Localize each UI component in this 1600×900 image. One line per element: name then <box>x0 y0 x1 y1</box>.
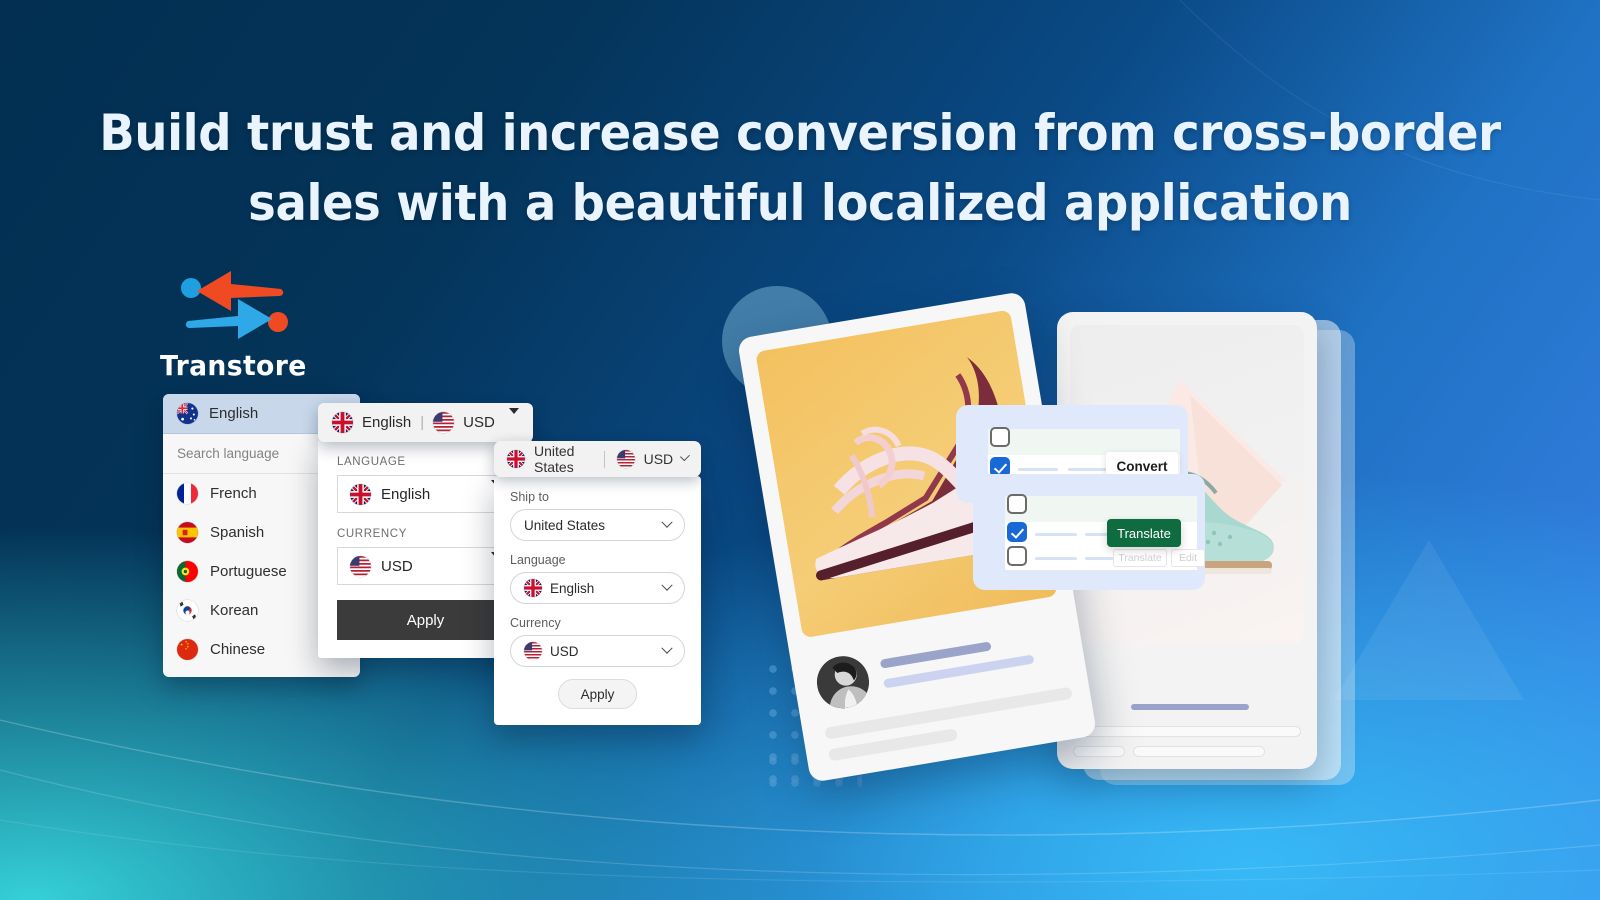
selector-language-dropdown[interactable]: English <box>337 475 514 513</box>
selector-currency-dropdown[interactable]: USD <box>337 547 514 585</box>
selector-header-currency: USD <box>463 414 495 431</box>
skeleton-line <box>1035 533 1077 536</box>
language-option-label: French <box>210 485 257 502</box>
placeholder-line <box>1133 746 1265 757</box>
skeleton-line <box>1035 557 1077 560</box>
shipping-selector-panel[interactable]: United States USD Ship to United States … <box>494 441 701 725</box>
shipping-panel-header[interactable]: United States USD <box>494 441 701 477</box>
translate-popup: Translate Edit Translate <box>973 474 1205 590</box>
header-divider <box>603 450 605 468</box>
translate-checkbox-unchecked[interactable] <box>1007 494 1027 514</box>
translate-checkbox-checked[interactable] <box>1007 522 1027 542</box>
translate-button[interactable]: Translate <box>1107 519 1181 547</box>
placeholder-line <box>1073 726 1301 737</box>
flag-australia-icon <box>177 403 198 424</box>
selector-header-separator: | <box>420 414 425 431</box>
skeleton-line <box>1018 468 1058 471</box>
shipping-language-dropdown[interactable]: English <box>510 572 685 604</box>
shipping-apply-button[interactable]: Apply <box>557 679 638 709</box>
ship-to-value: United States <box>524 517 606 533</box>
shipping-currency-label: Currency <box>510 616 561 630</box>
flag-portugal-icon <box>177 561 198 582</box>
selector-language-label: LANGUAGE <box>337 456 406 468</box>
logo-wordmark: Transtore <box>160 349 307 382</box>
flag-united-kingdom-icon <box>350 483 371 505</box>
shipping-language-label: Language <box>510 553 566 567</box>
language-option-label: Chinese <box>210 641 266 658</box>
convert-checkbox-unchecked[interactable] <box>990 427 1010 447</box>
placeholder-line <box>1073 746 1125 757</box>
product-cards-illustration: Convert Translate Edit Translate <box>700 250 1400 810</box>
chevron-down-icon <box>661 642 673 654</box>
language-option-label: Korean <box>210 602 259 619</box>
shipping-header-country: United States <box>534 443 575 475</box>
search-language-placeholder: Search language <box>177 446 280 461</box>
flag-united-states-icon <box>350 555 371 577</box>
language-option-label: Spanish <box>210 524 265 541</box>
placeholder-line <box>1131 704 1249 710</box>
shipping-language-value: English <box>550 580 595 596</box>
flag-spain-icon <box>177 522 198 543</box>
brand-logo: Transtore <box>160 265 360 385</box>
shipping-panel-body: Ship to United States Language English C… <box>494 476 701 725</box>
flag-china-icon <box>177 639 198 660</box>
language-option-label: Portuguese <box>210 563 287 580</box>
chevron-down-icon[interactable] <box>509 408 519 431</box>
ship-to-label: Ship to <box>510 490 549 504</box>
flag-united-states-icon <box>433 412 455 433</box>
flag-united-kingdom-icon <box>507 450 525 468</box>
selector-panel-header[interactable]: English | USD <box>318 403 533 442</box>
flag-south-korea-icon <box>177 600 198 621</box>
avatar <box>813 652 873 713</box>
ship-to-dropdown[interactable]: United States <box>510 509 685 541</box>
selector-currency-label: CURRENCY <box>337 528 407 540</box>
edit-button-disabled[interactable]: Edit <box>1171 549 1205 567</box>
shipping-currency-value: USD <box>550 643 579 659</box>
headline-line-1: Build trust and increase conversion from… <box>99 104 1501 162</box>
chevron-down-icon <box>661 516 673 528</box>
flag-united-kingdom-icon <box>524 579 542 597</box>
flag-united-states-icon <box>616 450 635 468</box>
flag-united-kingdom-icon <box>332 412 353 433</box>
translate-checkbox-unchecked-2[interactable] <box>1007 546 1027 566</box>
language-current-label: English <box>209 405 259 422</box>
headline-line-2: sales with a beautiful localized applica… <box>248 174 1352 232</box>
selector-language-value: English <box>381 485 431 503</box>
selector-currency-value: USD <box>381 557 413 575</box>
page-headline: Build trust and increase conversion from… <box>56 98 1544 238</box>
flag-france-icon <box>177 483 198 504</box>
chevron-down-icon <box>661 579 673 591</box>
skeleton-line <box>1068 468 1108 471</box>
chevron-down-icon[interactable] <box>680 451 690 462</box>
selector-header-language: English <box>362 414 412 431</box>
logo-arrows-icon <box>175 265 295 347</box>
selector-apply-button[interactable]: Apply <box>337 600 514 640</box>
flag-united-states-icon <box>524 642 542 660</box>
translate-button-disabled[interactable]: Translate <box>1113 549 1167 567</box>
shipping-header-currency: USD <box>643 451 674 467</box>
shipping-currency-dropdown[interactable]: USD <box>510 635 685 667</box>
